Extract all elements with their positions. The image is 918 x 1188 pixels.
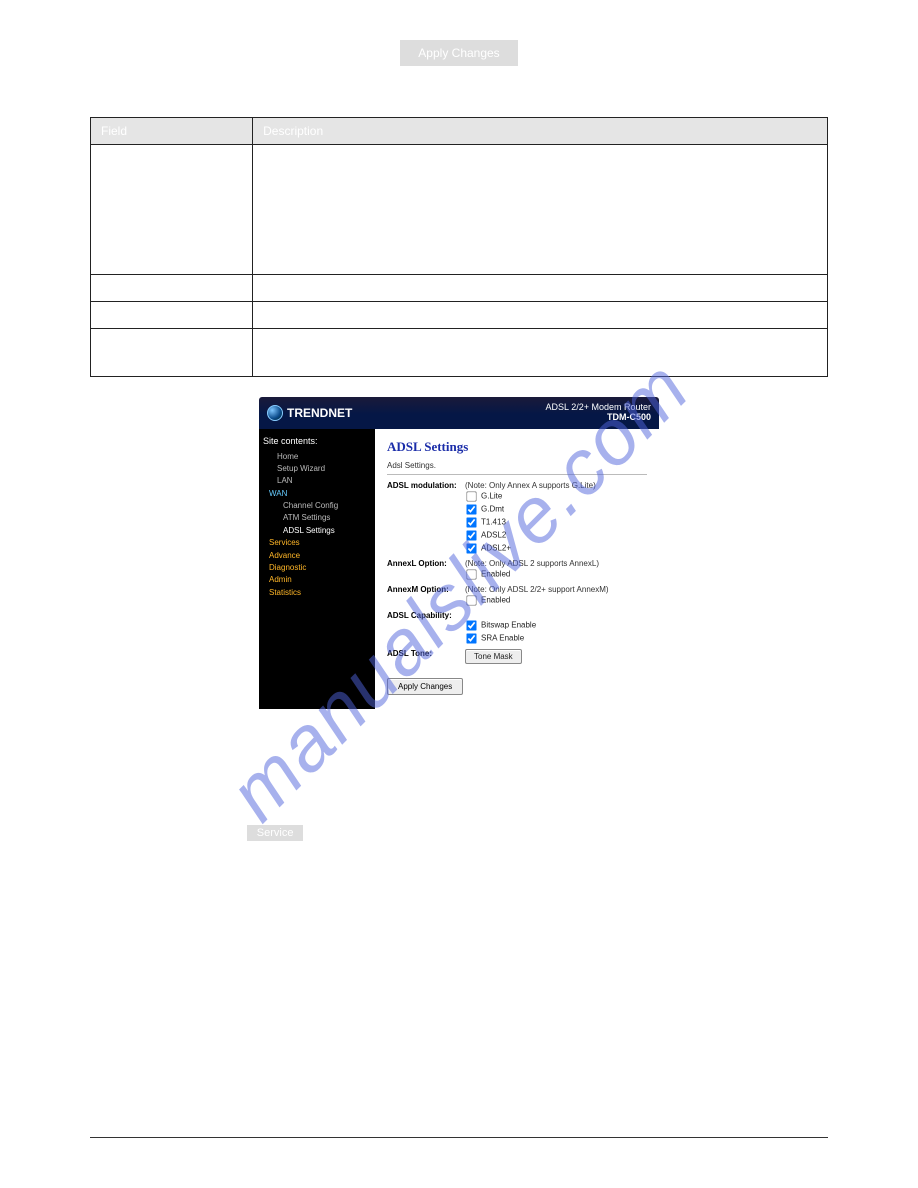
row-field: AnnexL Option (91, 274, 253, 301)
embedded-screenshot: TRENDNET ADSL 2/2+ Modem Router TDM-C500… (259, 397, 659, 709)
checkbox-bitswap[interactable] (466, 620, 476, 630)
globe-icon (267, 405, 283, 421)
sidebar-item-wan[interactable]: WAN (263, 488, 371, 500)
row-field: ADSL modulation (91, 144, 253, 274)
footer-copyright: © Copyright 2011 TRENDnet. All Rights Re… (90, 1142, 336, 1154)
label-annexl-enabled: Enabled (481, 569, 510, 578)
label-capability: ADSL Capability: (387, 611, 465, 645)
label-glite: G.Lite (481, 491, 502, 500)
checkbox-gdmt[interactable] (466, 504, 476, 514)
apply-changes-button-top: Apply Changes (400, 40, 517, 66)
checkbox-adsl2[interactable] (466, 530, 476, 540)
sidebar-item-home[interactable]: Home (263, 451, 371, 463)
sidebar-item-advance[interactable]: Advance (263, 550, 371, 562)
sidebar-item-adsl[interactable]: ADSL Settings (263, 525, 371, 537)
section-text: In the navigation bar, choose Service . … (90, 825, 828, 839)
page-title: ADSL Settings (387, 439, 647, 455)
sidebar-item-atm[interactable]: ATM Settings (263, 512, 371, 524)
note-modulation: (Note: Only Annex A supports G.Lite) (465, 481, 647, 490)
label-annexm: AnnexM Option: (387, 585, 465, 607)
model-line2: TDM-C500 (546, 413, 651, 423)
th-desc: Description (253, 117, 828, 144)
label-annexm-enabled: Enabled (481, 595, 510, 604)
page-subtitle: Adsl Settings. (387, 461, 647, 470)
service-name: Service (337, 825, 377, 839)
section-heading: 4.4 Service (90, 799, 828, 819)
row-desc: Enable or disable ADSL2 annex M mode. (253, 301, 828, 328)
sidebar-item-statistics[interactable]: Statistics (263, 587, 371, 599)
checkbox-sra[interactable] (466, 633, 476, 643)
p3: page that is displayed contains (381, 825, 545, 839)
note-annexm: (Note: Only ADSL 2/2+ support AnnexM) (465, 585, 647, 594)
row-field: AnnexM Option (91, 301, 253, 328)
intro-text: The following table describes the parame… (90, 88, 828, 105)
main-panel: ADSL Settings Adsl Settings. ADSL modula… (375, 429, 659, 709)
service-button-inline: Service (247, 825, 304, 841)
checkbox-annexm-enabled[interactable] (466, 595, 476, 605)
label-sra: SRA Enable (481, 633, 524, 642)
sidebar-item-services[interactable]: Services (263, 537, 371, 549)
apply-changes-button[interactable]: Apply Changes (387, 678, 463, 695)
sidebar-item-channel[interactable]: Channel Config (263, 500, 371, 512)
label-gdmt: G.Dmt (481, 504, 504, 513)
checkbox-t1413[interactable] (466, 517, 476, 527)
sidebar-item-admin[interactable]: Admin (263, 574, 371, 586)
footer: © Copyright 2011 TRENDnet. All Rights Re… (90, 1137, 828, 1154)
brand-text: TRENDNET (287, 406, 352, 420)
row-field: ADSL Capability (91, 328, 253, 376)
label-adsl2p: ADSL2+ (481, 543, 511, 552)
row-desc: Choose the DSL modulation type. Normally… (253, 144, 828, 274)
checkbox-adsl2p[interactable] (466, 543, 476, 553)
label-tone: ADSL Tone: (387, 649, 465, 664)
label-adsl2: ADSL2 (481, 530, 506, 539)
row-desc: Enable or disable bitswap or SRA. (253, 328, 828, 376)
parameters-table: Field Description ADSL modulation Choose… (90, 117, 828, 377)
checkbox-glite[interactable] (466, 491, 476, 501)
th-field: Field (91, 117, 253, 144)
note-annexl: (Note: Only ADSL 2 supports AnnexL) (465, 559, 647, 568)
p2: . The (307, 825, 334, 839)
sidebar-item-setup[interactable]: Setup Wizard (263, 463, 371, 475)
label-bitswap: Bitswap Enable (481, 620, 536, 629)
sidebar-item-lan[interactable]: LAN (263, 475, 371, 487)
footer-page: 33 (816, 1142, 828, 1154)
label-modulation: ADSL modulation: (387, 481, 465, 555)
row-desc: Enable or disable ADSL2 annex L mode. (253, 274, 828, 301)
sidebar: Site contents: Home Setup Wizard LAN WAN… (259, 429, 375, 709)
brand: TRENDNET (267, 405, 352, 421)
p4: and (548, 825, 568, 839)
label-annexl: AnnexL Option: (387, 559, 465, 581)
p1: In the navigation bar, choose (90, 825, 243, 839)
model-block: ADSL 2/2+ Modem Router TDM-C500 (546, 403, 651, 423)
checkbox-annexl-enabled[interactable] (466, 569, 476, 579)
label-t1413: T1.413 (481, 517, 506, 526)
sidebar-title: Site contents: (263, 435, 371, 449)
sidebar-item-diagnostic[interactable]: Diagnostic (263, 562, 371, 574)
tone-mask-button[interactable]: Tone Mask (465, 649, 522, 664)
